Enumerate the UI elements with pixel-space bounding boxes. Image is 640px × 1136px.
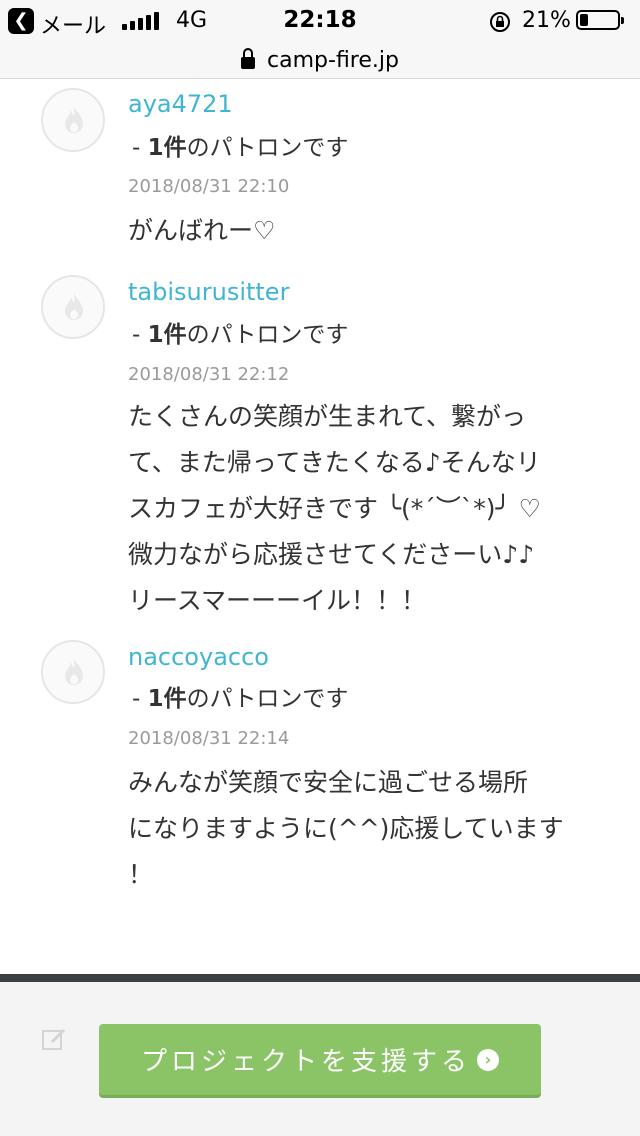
lock-icon — [241, 48, 256, 69]
comment-timestamp: 2018/08/31 22:12 — [128, 364, 290, 385]
patron-count-suffix: のパトロンです — [186, 322, 349, 348]
patron-count-suffix: のパトロンです — [186, 686, 349, 712]
support-project-button[interactable]: プロジェクトを支援する › — [99, 1024, 541, 1095]
message-line: になりますように(^^)応援しています — [128, 814, 564, 843]
status-bar: ❮ メール 4G 22:18 21% — [0, 0, 640, 42]
chevron-right-circle-icon: › — [477, 1048, 499, 1071]
url-domain: camp-fire.jp — [267, 47, 399, 73]
battery-icon — [576, 10, 624, 30]
edit-icon — [42, 1028, 66, 1050]
message-line: ！ — [128, 860, 154, 889]
message-line: 微力ながら応援させてくださーい♪♪ — [128, 540, 535, 569]
comment-timestamp: 2018/08/31 22:14 — [128, 728, 290, 749]
comment-timestamp: 2018/08/31 22:10 — [128, 176, 290, 197]
flame-icon — [65, 106, 83, 133]
support-project-label: プロジェクトを支援する — [140, 1047, 471, 1077]
avatar[interactable] — [41, 275, 105, 339]
message-line: みんなが笑顔で安全に過ごせる場所 — [128, 768, 529, 797]
battery-percent: 21% — [522, 8, 571, 33]
footer-faded-content — [40, 1026, 68, 1060]
flame-icon — [65, 293, 83, 320]
avatar[interactable] — [41, 640, 105, 704]
patron-username[interactable]: aya4721 — [128, 90, 233, 118]
comment-message: たくさんの笑顔が生まれて、繋がっ て、また帰ってきたくなる♪そんなリ スカフェが… — [128, 394, 598, 624]
message-line: スカフェが大好きです ╰(*´︶`*)╯ ♡ — [128, 494, 541, 523]
patron-count-suffix: のパトロンです — [186, 135, 349, 161]
avatar[interactable] — [41, 88, 105, 152]
message-line: がんばれー♡ — [128, 216, 276, 245]
comment-message: がんばれー♡ — [128, 208, 598, 254]
patron-count: - 1件のパトロンです — [132, 686, 349, 712]
patron-count-value: 1件 — [147, 686, 187, 712]
message-line: リースマーーーイル！！！ — [128, 586, 427, 615]
rotation-lock-icon — [488, 10, 512, 40]
patron-username[interactable]: naccoyacco — [128, 643, 269, 671]
flame-icon — [65, 658, 83, 685]
patron-count-value: 1件 — [147, 135, 187, 161]
patron-count: - 1件のパトロンです — [132, 322, 349, 348]
comment-message: みんなが笑顔で安全に過ごせる場所 になりますように(^^)応援しています ！ — [128, 760, 598, 898]
message-line: たくさんの笑顔が生まれて、繋がっ — [128, 402, 527, 431]
patron-count-value: 1件 — [147, 322, 187, 348]
patron-username[interactable]: tabisurusitter — [128, 278, 289, 306]
message-line: て、また帰ってきたくなる♪そんなリ — [128, 448, 541, 477]
url-bar[interactable]: camp-fire.jp — [0, 42, 640, 79]
patron-count: - 1件のパトロンです — [132, 135, 349, 161]
